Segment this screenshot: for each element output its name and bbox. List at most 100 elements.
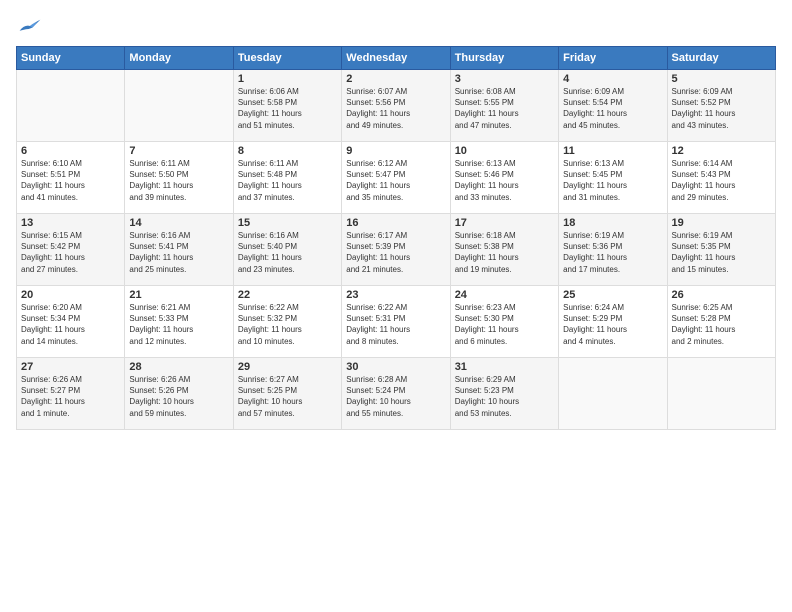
day-number: 12 — [672, 145, 771, 157]
calendar-day-6: 6Sunrise: 6:10 AM Sunset: 5:51 PM Daylig… — [17, 142, 125, 214]
day-number: 19 — [672, 217, 771, 229]
calendar-day-11: 11Sunrise: 6:13 AM Sunset: 5:45 PM Dayli… — [559, 142, 667, 214]
weekday-header-thursday: Thursday — [450, 47, 558, 70]
calendar-day-2: 2Sunrise: 6:07 AM Sunset: 5:56 PM Daylig… — [342, 70, 450, 142]
calendar-header-row: SundayMondayTuesdayWednesdayThursdayFrid… — [17, 47, 776, 70]
day-info: Sunrise: 6:27 AM Sunset: 5:25 PM Dayligh… — [238, 374, 337, 419]
day-number: 22 — [238, 289, 337, 301]
calendar-week-row: 13Sunrise: 6:15 AM Sunset: 5:42 PM Dayli… — [17, 214, 776, 286]
day-info: Sunrise: 6:23 AM Sunset: 5:30 PM Dayligh… — [455, 302, 554, 347]
day-info: Sunrise: 6:10 AM Sunset: 5:51 PM Dayligh… — [21, 158, 120, 203]
calendar-day-19: 19Sunrise: 6:19 AM Sunset: 5:35 PM Dayli… — [667, 214, 775, 286]
calendar-day-23: 23Sunrise: 6:22 AM Sunset: 5:31 PM Dayli… — [342, 286, 450, 358]
day-number: 17 — [455, 217, 554, 229]
calendar-day-26: 26Sunrise: 6:25 AM Sunset: 5:28 PM Dayli… — [667, 286, 775, 358]
day-number: 7 — [129, 145, 228, 157]
day-number: 15 — [238, 217, 337, 229]
weekday-header-monday: Monday — [125, 47, 233, 70]
calendar-empty-cell — [17, 70, 125, 142]
day-info: Sunrise: 6:15 AM Sunset: 5:42 PM Dayligh… — [21, 230, 120, 275]
calendar-day-28: 28Sunrise: 6:26 AM Sunset: 5:26 PM Dayli… — [125, 358, 233, 430]
day-number: 21 — [129, 289, 228, 301]
calendar-day-27: 27Sunrise: 6:26 AM Sunset: 5:27 PM Dayli… — [17, 358, 125, 430]
day-info: Sunrise: 6:06 AM Sunset: 5:58 PM Dayligh… — [238, 86, 337, 131]
day-number: 4 — [563, 73, 662, 85]
day-info: Sunrise: 6:19 AM Sunset: 5:36 PM Dayligh… — [563, 230, 662, 275]
day-info: Sunrise: 6:09 AM Sunset: 5:54 PM Dayligh… — [563, 86, 662, 131]
day-info: Sunrise: 6:17 AM Sunset: 5:39 PM Dayligh… — [346, 230, 445, 275]
day-info: Sunrise: 6:29 AM Sunset: 5:23 PM Dayligh… — [455, 374, 554, 419]
calendar-day-4: 4Sunrise: 6:09 AM Sunset: 5:54 PM Daylig… — [559, 70, 667, 142]
calendar-page: SundayMondayTuesdayWednesdayThursdayFrid… — [0, 0, 792, 612]
day-info: Sunrise: 6:16 AM Sunset: 5:41 PM Dayligh… — [129, 230, 228, 275]
calendar-day-14: 14Sunrise: 6:16 AM Sunset: 5:41 PM Dayli… — [125, 214, 233, 286]
calendar-day-31: 31Sunrise: 6:29 AM Sunset: 5:23 PM Dayli… — [450, 358, 558, 430]
day-number: 2 — [346, 73, 445, 85]
day-number: 24 — [455, 289, 554, 301]
day-number: 16 — [346, 217, 445, 229]
calendar-day-18: 18Sunrise: 6:19 AM Sunset: 5:36 PM Dayli… — [559, 214, 667, 286]
day-number: 9 — [346, 145, 445, 157]
day-info: Sunrise: 6:26 AM Sunset: 5:26 PM Dayligh… — [129, 374, 228, 419]
day-number: 31 — [455, 361, 554, 373]
calendar-empty-cell — [559, 358, 667, 430]
weekday-header-sunday: Sunday — [17, 47, 125, 70]
calendar-day-21: 21Sunrise: 6:21 AM Sunset: 5:33 PM Dayli… — [125, 286, 233, 358]
day-number: 28 — [129, 361, 228, 373]
calendar-table: SundayMondayTuesdayWednesdayThursdayFrid… — [16, 46, 776, 430]
calendar-day-7: 7Sunrise: 6:11 AM Sunset: 5:50 PM Daylig… — [125, 142, 233, 214]
calendar-week-row: 6Sunrise: 6:10 AM Sunset: 5:51 PM Daylig… — [17, 142, 776, 214]
calendar-day-13: 13Sunrise: 6:15 AM Sunset: 5:42 PM Dayli… — [17, 214, 125, 286]
day-info: Sunrise: 6:11 AM Sunset: 5:50 PM Dayligh… — [129, 158, 228, 203]
day-number: 13 — [21, 217, 120, 229]
day-info: Sunrise: 6:07 AM Sunset: 5:56 PM Dayligh… — [346, 86, 445, 131]
weekday-header-saturday: Saturday — [667, 47, 775, 70]
day-info: Sunrise: 6:09 AM Sunset: 5:52 PM Dayligh… — [672, 86, 771, 131]
calendar-day-25: 25Sunrise: 6:24 AM Sunset: 5:29 PM Dayli… — [559, 286, 667, 358]
day-info: Sunrise: 6:12 AM Sunset: 5:47 PM Dayligh… — [346, 158, 445, 203]
day-number: 29 — [238, 361, 337, 373]
day-info: Sunrise: 6:20 AM Sunset: 5:34 PM Dayligh… — [21, 302, 120, 347]
day-info: Sunrise: 6:22 AM Sunset: 5:32 PM Dayligh… — [238, 302, 337, 347]
day-number: 27 — [21, 361, 120, 373]
day-number: 6 — [21, 145, 120, 157]
calendar-day-22: 22Sunrise: 6:22 AM Sunset: 5:32 PM Dayli… — [233, 286, 341, 358]
day-number: 3 — [455, 73, 554, 85]
day-info: Sunrise: 6:28 AM Sunset: 5:24 PM Dayligh… — [346, 374, 445, 419]
calendar-day-30: 30Sunrise: 6:28 AM Sunset: 5:24 PM Dayli… — [342, 358, 450, 430]
day-info: Sunrise: 6:14 AM Sunset: 5:43 PM Dayligh… — [672, 158, 771, 203]
day-number: 1 — [238, 73, 337, 85]
calendar-empty-cell — [667, 358, 775, 430]
calendar-empty-cell — [125, 70, 233, 142]
day-info: Sunrise: 6:24 AM Sunset: 5:29 PM Dayligh… — [563, 302, 662, 347]
day-info: Sunrise: 6:25 AM Sunset: 5:28 PM Dayligh… — [672, 302, 771, 347]
day-info: Sunrise: 6:13 AM Sunset: 5:46 PM Dayligh… — [455, 158, 554, 203]
calendar-day-9: 9Sunrise: 6:12 AM Sunset: 5:47 PM Daylig… — [342, 142, 450, 214]
day-number: 8 — [238, 145, 337, 157]
day-number: 11 — [563, 145, 662, 157]
calendar-day-17: 17Sunrise: 6:18 AM Sunset: 5:38 PM Dayli… — [450, 214, 558, 286]
day-info: Sunrise: 6:11 AM Sunset: 5:48 PM Dayligh… — [238, 158, 337, 203]
day-number: 14 — [129, 217, 228, 229]
calendar-day-3: 3Sunrise: 6:08 AM Sunset: 5:55 PM Daylig… — [450, 70, 558, 142]
logo — [16, 16, 42, 36]
calendar-week-row: 1Sunrise: 6:06 AM Sunset: 5:58 PM Daylig… — [17, 70, 776, 142]
calendar-day-20: 20Sunrise: 6:20 AM Sunset: 5:34 PM Dayli… — [17, 286, 125, 358]
calendar-day-15: 15Sunrise: 6:16 AM Sunset: 5:40 PM Dayli… — [233, 214, 341, 286]
day-number: 30 — [346, 361, 445, 373]
logo-bird-icon — [18, 16, 42, 36]
day-number: 25 — [563, 289, 662, 301]
calendar-day-29: 29Sunrise: 6:27 AM Sunset: 5:25 PM Dayli… — [233, 358, 341, 430]
calendar-week-row: 27Sunrise: 6:26 AM Sunset: 5:27 PM Dayli… — [17, 358, 776, 430]
day-info: Sunrise: 6:13 AM Sunset: 5:45 PM Dayligh… — [563, 158, 662, 203]
calendar-day-16: 16Sunrise: 6:17 AM Sunset: 5:39 PM Dayli… — [342, 214, 450, 286]
day-info: Sunrise: 6:16 AM Sunset: 5:40 PM Dayligh… — [238, 230, 337, 275]
calendar-week-row: 20Sunrise: 6:20 AM Sunset: 5:34 PM Dayli… — [17, 286, 776, 358]
calendar-day-1: 1Sunrise: 6:06 AM Sunset: 5:58 PM Daylig… — [233, 70, 341, 142]
calendar-day-8: 8Sunrise: 6:11 AM Sunset: 5:48 PM Daylig… — [233, 142, 341, 214]
day-number: 18 — [563, 217, 662, 229]
day-number: 26 — [672, 289, 771, 301]
calendar-day-24: 24Sunrise: 6:23 AM Sunset: 5:30 PM Dayli… — [450, 286, 558, 358]
weekday-header-tuesday: Tuesday — [233, 47, 341, 70]
weekday-header-wednesday: Wednesday — [342, 47, 450, 70]
